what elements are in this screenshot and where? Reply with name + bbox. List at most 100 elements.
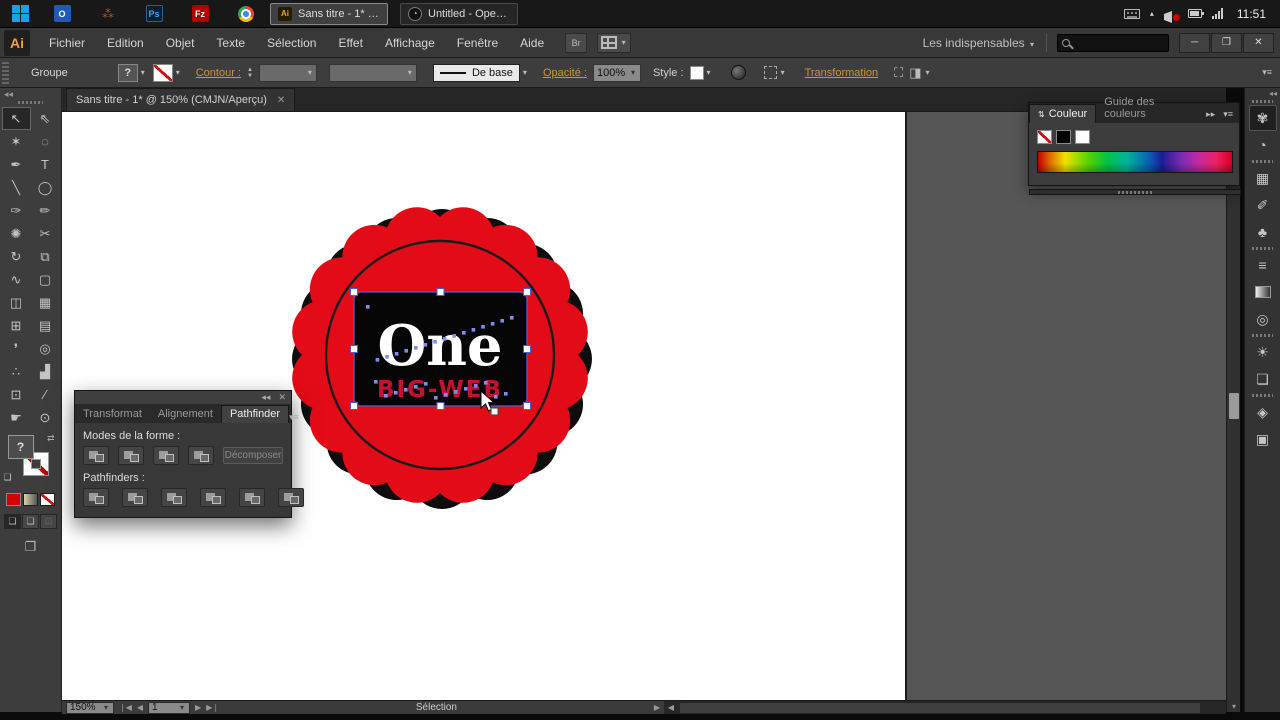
badge-artwork[interactable]: One BIG-WEB bbox=[270, 185, 610, 525]
control-bar-grip[interactable] bbox=[2, 61, 9, 84]
battery-icon[interactable] bbox=[1187, 9, 1204, 18]
dock-drag-handle[interactable] bbox=[1252, 334, 1273, 337]
shape-builder-tool[interactable]: ◫ bbox=[2, 291, 31, 314]
selection-tool[interactable]: ↖ bbox=[1, 107, 31, 130]
unite-button[interactable] bbox=[83, 446, 109, 465]
minus-front-button[interactable] bbox=[118, 446, 144, 465]
paintbrush-tool[interactable]: ✑ bbox=[2, 199, 31, 222]
vertical-scrollbar[interactable]: ▾ bbox=[1226, 112, 1240, 712]
panel-collapse-icon[interactable]: ◂◂ bbox=[261, 392, 270, 403]
chrome-icon[interactable] bbox=[234, 2, 258, 26]
scissors-tool[interactable]: ✂ bbox=[31, 222, 60, 245]
network-signal-icon[interactable] bbox=[1211, 8, 1223, 19]
mesh-tool[interactable]: ⊞ bbox=[2, 314, 31, 337]
magic-wand-tool[interactable]: ✶ bbox=[2, 130, 31, 153]
gradient-icon[interactable] bbox=[1249, 279, 1277, 305]
blend-tool[interactable]: ◎ bbox=[31, 337, 60, 360]
intersect-button[interactable] bbox=[153, 446, 179, 465]
menu-edition[interactable]: Edition bbox=[96, 36, 155, 50]
tab-guide-des-couleurs[interactable]: Guide des couleurs bbox=[1096, 93, 1206, 123]
menu-fichier[interactable]: Fichier bbox=[38, 36, 96, 50]
symbols-icon[interactable]: ♣ bbox=[1249, 219, 1277, 245]
trim-button[interactable] bbox=[122, 488, 148, 507]
menu-texte[interactable]: Texte bbox=[205, 36, 256, 50]
menu-effet[interactable]: Effet bbox=[327, 36, 373, 50]
brush-definition-control[interactable]: De base ▾ bbox=[432, 63, 529, 82]
fill-indicator-unknown[interactable]: ? bbox=[7, 435, 34, 459]
default-fill-stroke-icon[interactable]: ❏ bbox=[4, 472, 12, 483]
lasso-tool[interactable]: ◌ bbox=[31, 130, 60, 153]
menu-aide[interactable]: Aide bbox=[509, 36, 555, 50]
document-close-icon[interactable]: ✕ bbox=[277, 95, 285, 106]
color-button[interactable] bbox=[6, 493, 21, 506]
panel-close-icon[interactable]: ✕ bbox=[278, 392, 286, 403]
stroke-icon[interactable]: ≡ bbox=[1249, 252, 1277, 278]
horizontal-scrollbar-thumb[interactable] bbox=[680, 702, 1200, 713]
contour-link[interactable]: Contour : bbox=[196, 67, 241, 79]
pasteboard[interactable] bbox=[905, 112, 1226, 700]
color-spectrum-bar[interactable] bbox=[1037, 151, 1233, 173]
menu-objet[interactable]: Objet bbox=[155, 36, 206, 50]
style-swatch-control[interactable]: ▾ bbox=[689, 65, 713, 80]
tray-chevron-up-icon[interactable]: ▴ bbox=[1150, 9, 1154, 18]
restore-button[interactable]: ❐ bbox=[1211, 32, 1242, 53]
color-panel-icon[interactable]: ✾ bbox=[1248, 105, 1277, 131]
draw-behind-button[interactable]: ❏ bbox=[22, 514, 39, 529]
hand-tool[interactable]: ☛ bbox=[2, 406, 31, 429]
align-control[interactable]: ◨ ▾ bbox=[909, 65, 931, 81]
transform-link[interactable]: Transformation bbox=[805, 67, 879, 79]
fill-stroke-indicator[interactable]: ? ⇄ ❏ bbox=[4, 433, 55, 485]
divide-button[interactable] bbox=[83, 488, 109, 507]
unknown-app-icon[interactable]: ⁂ bbox=[96, 2, 120, 26]
scale-tool[interactable]: ⧉ bbox=[31, 245, 60, 268]
workspace-switcher[interactable]: Les indispensables ▾ bbox=[923, 36, 1036, 50]
tab-transformation[interactable]: Transformat bbox=[75, 406, 150, 423]
graphic-styles-icon[interactable]: ❏ bbox=[1249, 366, 1277, 392]
symbol-sprayer-tool[interactable]: ∴ bbox=[2, 360, 31, 383]
swatch-white[interactable] bbox=[1075, 130, 1090, 144]
tools-drag-handle[interactable] bbox=[18, 101, 43, 104]
menu-selection[interactable]: Sélection bbox=[256, 36, 327, 50]
previous-artboard-button[interactable]: ◀ bbox=[137, 703, 143, 712]
scroll-left-icon[interactable]: ◀ bbox=[664, 703, 678, 712]
taskbar-window-obs[interactable]: ◔ Untitled - Open Broa... bbox=[400, 2, 518, 25]
dock-drag-handle[interactable] bbox=[1252, 247, 1273, 250]
eyedropper-tool[interactable]: ❜ bbox=[2, 337, 31, 360]
crop-button[interactable] bbox=[200, 488, 226, 507]
gradient-button[interactable] bbox=[23, 493, 38, 506]
panel-expand-icon[interactable]: ▸▸ bbox=[1206, 109, 1215, 120]
type-tool[interactable]: T bbox=[31, 153, 60, 176]
menu-fenetre[interactable]: Fenêtre bbox=[446, 36, 509, 50]
appearance-icon[interactable]: ☀ bbox=[1249, 339, 1277, 365]
screen-mode-button[interactable]: ❐ bbox=[21, 539, 41, 555]
opacity-link[interactable]: Opacité : bbox=[543, 67, 587, 79]
none-button[interactable] bbox=[40, 493, 55, 506]
dock-drag-handle[interactable] bbox=[1252, 160, 1273, 163]
direct-selection-tool[interactable]: ⇖ bbox=[31, 107, 60, 130]
panel-resize-handle[interactable] bbox=[1029, 189, 1241, 195]
scroll-down-icon[interactable]: ▾ bbox=[1227, 702, 1241, 711]
status-menu-icon[interactable]: ▶ bbox=[654, 703, 660, 712]
bounding-box-icon[interactable]: ⛶ bbox=[894, 65, 903, 81]
pen-tool[interactable]: ✒ bbox=[2, 153, 31, 176]
document-setup-icon[interactable] bbox=[730, 65, 746, 80]
stroke-color-control[interactable]: ▾ bbox=[152, 63, 182, 82]
width-tool[interactable]: ∿ bbox=[2, 268, 31, 291]
tab-couleur[interactable]: ⇅ Couleur bbox=[1029, 104, 1097, 123]
swap-fill-stroke-icon[interactable]: ⇄ bbox=[47, 433, 55, 444]
opacity-dropdown[interactable]: 100% ▾ bbox=[592, 63, 641, 82]
gradient-tool[interactable]: ▤ bbox=[31, 314, 60, 337]
artboard-number-dropdown[interactable]: 1 ▾ bbox=[148, 701, 191, 714]
brushes-icon[interactable]: ✐ bbox=[1249, 192, 1277, 218]
swatch-black[interactable] bbox=[1056, 130, 1071, 144]
taskbar-window-illustrator[interactable]: Ai Sans titre - 1* @ 150... bbox=[270, 2, 388, 25]
first-artboard-button[interactable]: ❘◀ bbox=[119, 703, 132, 712]
stroke-weight-stepper[interactable]: ▲ ▼ bbox=[247, 67, 253, 79]
filezilla-icon[interactable]: Fz bbox=[188, 2, 212, 26]
blob-brush-tool[interactable]: ✺ bbox=[2, 222, 31, 245]
free-transform-tool[interactable]: ▢ bbox=[31, 268, 60, 291]
keyboard-icon[interactable] bbox=[1123, 8, 1140, 19]
line-segment-tool[interactable]: ╲ bbox=[2, 176, 31, 199]
swatches-icon[interactable]: ▦ bbox=[1249, 165, 1277, 191]
volume-muted-icon[interactable] bbox=[1163, 8, 1180, 23]
